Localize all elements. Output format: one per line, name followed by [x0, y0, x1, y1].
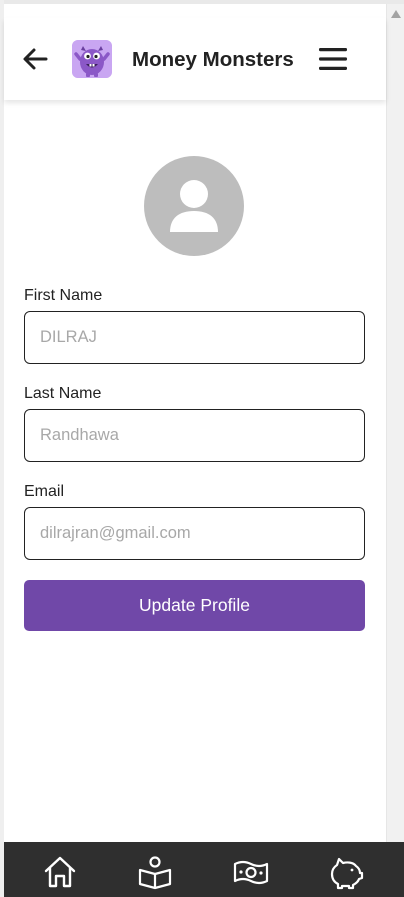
app-logo — [72, 40, 112, 78]
nav-home[interactable] — [42, 854, 78, 890]
arrow-left-icon — [23, 48, 48, 70]
app-title: Money Monsters — [132, 48, 294, 71]
first-name-input[interactable] — [24, 311, 365, 364]
money-bill-icon — [233, 860, 269, 885]
app-header: Money Monsters — [4, 18, 386, 100]
nav-savings[interactable] — [328, 854, 364, 890]
menu-button[interactable] — [318, 45, 348, 73]
profile-avatar[interactable] — [144, 156, 244, 256]
window-top-edge — [0, 0, 404, 4]
first-name-label: First Name — [24, 287, 103, 304]
last-name-input[interactable] — [24, 409, 365, 462]
email-label: Email — [24, 483, 65, 500]
purple-monster-logo-icon — [72, 40, 112, 78]
user-silhouette-icon — [170, 180, 218, 232]
nav-money[interactable] — [233, 854, 269, 890]
last-name-label: Last Name — [24, 385, 102, 402]
scroll-up-arrow-icon[interactable] — [391, 10, 401, 18]
piggy-bank-icon — [330, 857, 364, 890]
vertical-scrollbar[interactable] — [386, 4, 404, 842]
email-input[interactable] — [24, 507, 365, 560]
home-icon — [44, 856, 76, 888]
update-profile-button[interactable]: Update Profile — [24, 580, 365, 631]
window-left-edge — [0, 0, 4, 897]
hamburger-menu-icon — [319, 48, 347, 70]
nav-learn[interactable] — [137, 854, 173, 890]
back-button[interactable] — [20, 46, 50, 72]
bottom-navigation — [4, 842, 404, 897]
open-book-learn-icon — [138, 856, 172, 890]
